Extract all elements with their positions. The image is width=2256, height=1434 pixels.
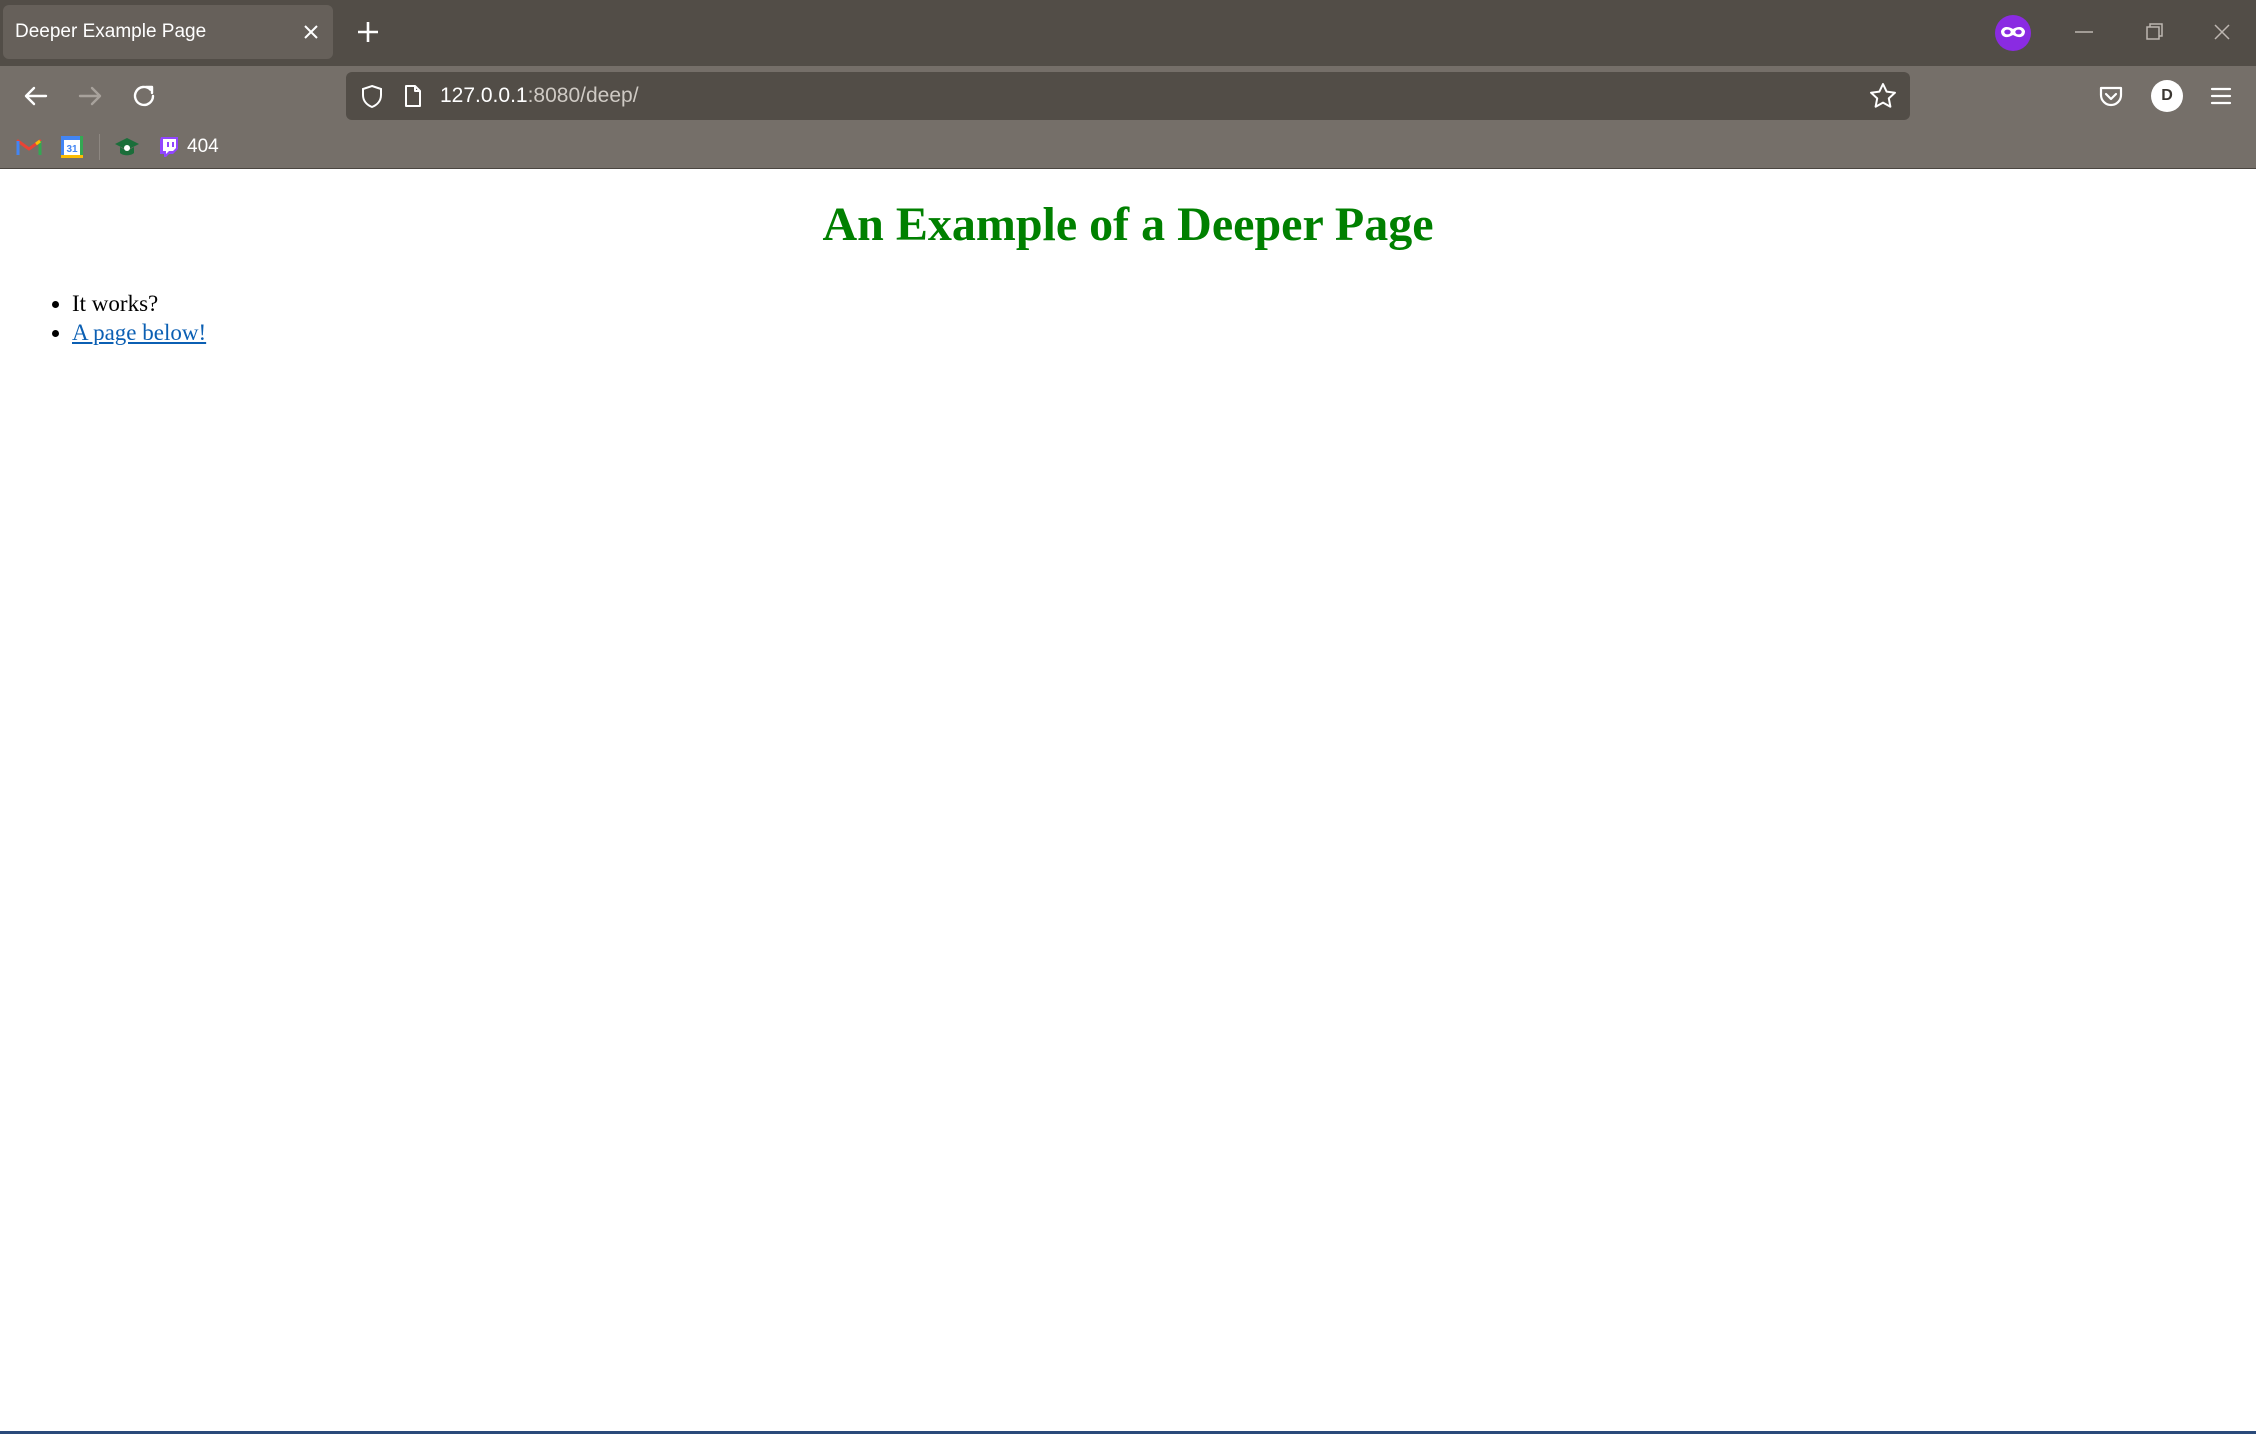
shield-icon[interactable] — [358, 82, 386, 110]
gmail-icon[interactable] — [16, 135, 42, 159]
hamburger-menu-icon[interactable] — [2205, 80, 2237, 112]
close-icon[interactable] — [301, 22, 321, 42]
bookmark-star-icon[interactable] — [1868, 81, 1898, 111]
url-path: :8080/deep/ — [527, 84, 639, 107]
twitch-icon — [160, 137, 178, 157]
browser-chrome: Deeper Example Page 127.0.0.1:8080/deep/… — [0, 0, 2256, 169]
graduation-cap-icon[interactable] — [113, 134, 141, 160]
url-text[interactable]: 127.0.0.1:8080/deep/ — [440, 72, 639, 120]
url-bar[interactable]: 127.0.0.1:8080/deep/ — [346, 72, 1910, 120]
reload-icon[interactable] — [124, 76, 164, 116]
forward-arrow-icon[interactable] — [70, 76, 110, 116]
bookmark-twitch[interactable]: 404 — [157, 133, 259, 161]
pocket-icon[interactable] — [2095, 80, 2127, 112]
minimize-icon[interactable] — [2066, 20, 2102, 44]
page-list: It works? A page below! — [0, 289, 206, 347]
restore-icon[interactable] — [2136, 20, 2172, 44]
new-tab-button[interactable] — [351, 15, 385, 49]
page-title: An Example of a Deeper Page — [822, 198, 1434, 251]
window-close-icon[interactable] — [2204, 18, 2240, 46]
bookmark-separator — [99, 134, 100, 160]
calendar-icon[interactable]: 31 — [59, 134, 85, 160]
url-host: 127.0.0.1 — [440, 84, 528, 107]
navigation-toolbar: 127.0.0.1:8080/deep/ D — [0, 66, 2256, 126]
tab-deeper-example-page[interactable]: Deeper Example Page — [3, 5, 333, 59]
tab-title: Deeper Example Page — [15, 21, 207, 42]
account-avatar[interactable]: D — [2151, 80, 2183, 112]
private-browsing-icon — [1995, 15, 2031, 51]
page-content: An Example of a Deeper Page It works? A … — [0, 169, 2256, 1431]
page-icon[interactable] — [398, 82, 426, 110]
back-arrow-icon[interactable] — [16, 76, 56, 116]
tab-strip: Deeper Example Page — [0, 0, 2256, 66]
list-item: It works? — [72, 289, 206, 318]
svg-text:31: 31 — [66, 144, 78, 155]
bookmark-label: 404 — [187, 136, 219, 157]
list-item: A page below! — [72, 318, 206, 347]
list-item-text: It works? — [72, 291, 159, 316]
bookmarks-toolbar: 31 404 — [0, 126, 2256, 168]
page-below-link[interactable]: A page below! — [72, 320, 206, 345]
